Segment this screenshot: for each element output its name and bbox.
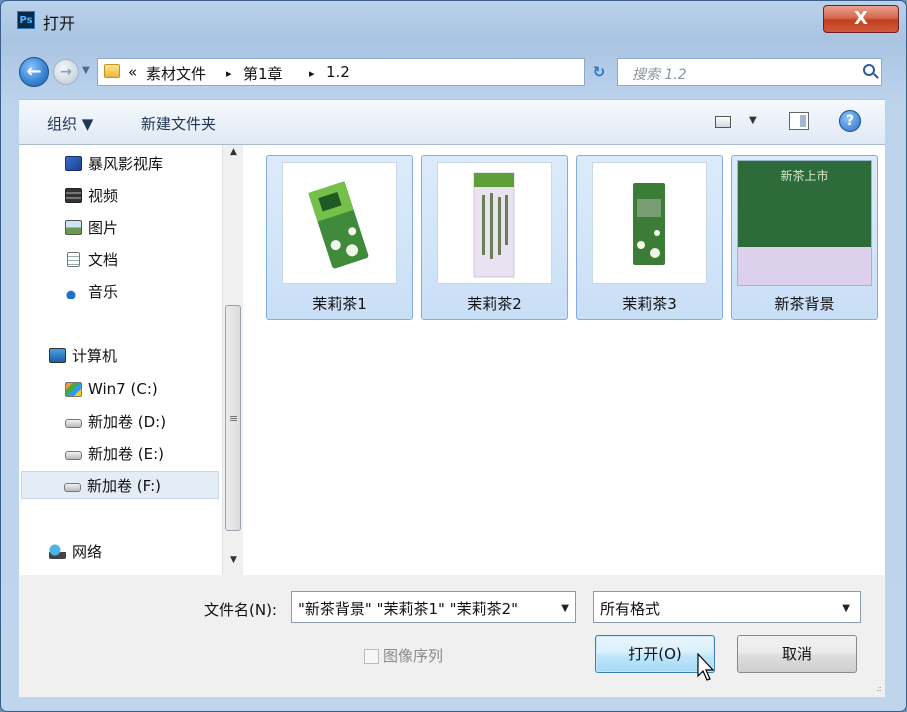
cancel-button[interactable]: 取消 [737, 635, 857, 673]
navigation-row: ← → ▼ « 素材文件 ▸ 第1章 ▸ 1.2 ▼ ↻ 搜索 1.2 [19, 53, 889, 91]
refresh-icon[interactable]: ↻ [587, 58, 611, 86]
drive-icon [65, 450, 82, 460]
file-item[interactable]: 茉莉茶2 [421, 155, 568, 320]
sidebar-item-label: 新加卷 (D:) [88, 412, 167, 431]
tea-can-image [308, 181, 369, 269]
sidebar-item-label: 视频 [88, 186, 119, 205]
file-thumbnail: 新茶上市 [737, 160, 872, 286]
breadcrumb-overflow[interactable]: « [128, 63, 137, 81]
image-sequence-label: 图像序列 [383, 647, 444, 665]
image-sequence-checkbox[interactable] [364, 649, 379, 664]
file-name: 茉莉茶3 [622, 295, 677, 313]
sidebar-item-network[interactable]: 网络 [49, 537, 102, 565]
title-bar[interactable]: Ps 打开 X [1, 1, 906, 43]
sidebar-item-label: 新加卷 (F:) [87, 476, 161, 495]
file-thumbnail [282, 162, 397, 284]
file-thumbnail [437, 162, 552, 284]
sidebar-item-pictures[interactable]: 图片 [65, 213, 118, 241]
sidebar-item-label: 计算机 [72, 346, 118, 365]
breadcrumb-segment-1[interactable]: 素材文件 [146, 63, 206, 84]
scroll-up-icon[interactable]: ▲ [223, 147, 244, 165]
sidebar-item-drive-c[interactable]: Win7 (C:) [65, 375, 158, 403]
filename-field[interactable]: "新茶背景" "茉莉茶1" "茉莉茶2" ▼ [291, 591, 576, 623]
command-toolbar: 组织 ▼ 新建文件夹 ▼ ? [19, 99, 885, 145]
music-icon [65, 283, 82, 299]
view-options-chevron-icon[interactable]: ▼ [749, 115, 757, 126]
network-icon [49, 543, 66, 559]
pictures-icon [65, 219, 82, 235]
back-button[interactable]: ← [19, 57, 49, 87]
drive-icon [65, 418, 82, 428]
file-item[interactable]: 茉莉茶3 [576, 155, 723, 320]
file-list: 茉莉茶1 茉莉茶2 茉莉茶3 新茶上市 新茶背景 [244, 145, 885, 575]
search-box[interactable]: 搜索 1.2 [617, 58, 882, 86]
sidebar-item-label: 文档 [88, 250, 119, 269]
new-folder-button[interactable]: 新建文件夹 [141, 113, 216, 134]
dialog-body: 暴风影视库 视频 图片 文档 音乐 计算机 Win7 (C:) 新加卷 (D:)… [19, 145, 885, 575]
file-type-value: 所有格式 [600, 600, 661, 618]
breadcrumb-segment-3[interactable]: 1.2 [326, 63, 350, 81]
sidebar-item-computer[interactable]: 计算机 [49, 341, 117, 369]
forward-button[interactable]: → [53, 59, 79, 85]
filename-dropdown-chevron-icon[interactable]: ▼ [561, 603, 569, 614]
media-library-icon [65, 155, 82, 171]
recent-pages-chevron-icon[interactable]: ▼ [82, 65, 90, 76]
sidebar-item-label: 音乐 [88, 282, 119, 301]
scroll-down-icon[interactable]: ▼ [223, 555, 244, 573]
address-bar[interactable]: « 素材文件 ▸ 第1章 ▸ 1.2 ▼ [97, 58, 642, 86]
sidebar-item-drive-d[interactable]: 新加卷 (D:) [65, 407, 166, 435]
sidebar-item-video[interactable]: 视频 [65, 181, 118, 209]
file-item[interactable]: 茉莉茶1 [266, 155, 413, 320]
file-name: 新茶背景 [774, 295, 835, 313]
file-type-chevron-icon[interactable]: ▼ [842, 603, 850, 614]
sidebar-item-drive-f[interactable]: 新加卷 (F:) [21, 471, 219, 499]
breadcrumb-separator-icon[interactable]: ▸ [309, 67, 315, 80]
search-input[interactable]: 搜索 1.2 [632, 64, 687, 84]
navigation-pane: 暴风影视库 视频 图片 文档 音乐 计算机 Win7 (C:) 新加卷 (D:)… [19, 145, 244, 575]
drive-icon [64, 482, 81, 492]
dialog-footer: 文件名(N): "新茶背景" "茉莉茶1" "茉莉茶2" ▼ 所有格式 ▼ 图像… [19, 575, 885, 697]
navigation-scrollbar[interactable]: ▲ ≡ ▼ [222, 145, 243, 575]
documents-icon [67, 251, 80, 267]
folder-icon [104, 64, 120, 78]
tea-box-image [473, 172, 515, 278]
sidebar-item-media-library[interactable]: 暴风影视库 [65, 149, 163, 177]
sidebar-item-label: 网络 [72, 542, 103, 561]
change-view-icon[interactable] [715, 116, 731, 128]
file-type-select[interactable]: 所有格式 ▼ [593, 591, 861, 623]
background-image-bottom [738, 247, 871, 285]
sidebar-item-drive-e[interactable]: 新加卷 (E:) [65, 439, 164, 467]
tea-can-image [633, 183, 665, 265]
close-button[interactable]: X [823, 5, 899, 33]
thumbnail-text: 新茶上市 [780, 169, 829, 183]
file-name: 茉莉茶1 [312, 295, 367, 313]
file-name: 茉莉茶2 [467, 295, 522, 313]
grip-icon: ≡ [229, 412, 239, 425]
filename-label: 文件名(N): [204, 601, 277, 619]
sidebar-item-label: 新加卷 (E:) [88, 444, 165, 463]
search-icon[interactable] [863, 64, 875, 76]
open-dialog: Ps 打开 X ← → ▼ « 素材文件 ▸ 第1章 ▸ 1.2 ▼ ↻ 搜索 … [0, 0, 907, 712]
sidebar-item-music[interactable]: 音乐 [65, 277, 118, 305]
help-icon[interactable]: ? [839, 110, 861, 132]
file-item[interactable]: 新茶上市 新茶背景 [731, 155, 878, 320]
breadcrumb-segment-2[interactable]: 第1章 [243, 63, 283, 84]
scrollbar-thumb[interactable]: ≡ [225, 305, 241, 531]
preview-pane-icon[interactable] [789, 112, 809, 130]
sidebar-item-label: 图片 [88, 218, 119, 237]
resize-grip-icon[interactable]: .:: [876, 684, 882, 693]
computer-icon [49, 347, 66, 363]
sidebar-item-label: Win7 (C:) [88, 380, 158, 398]
file-thumbnail [592, 162, 707, 284]
dialog-title: 打开 [43, 14, 76, 33]
mouse-pointer-icon [697, 653, 715, 681]
breadcrumb-separator-icon[interactable]: ▸ [226, 67, 232, 80]
filename-value[interactable]: "新茶背景" "茉莉茶1" "茉莉茶2" [298, 598, 518, 619]
sidebar-item-documents[interactable]: 文档 [65, 245, 118, 273]
sidebar-item-label: 暴风影视库 [88, 154, 164, 173]
system-drive-icon [65, 381, 82, 397]
organize-button[interactable]: 组织 ▼ [47, 113, 93, 134]
video-icon [65, 187, 82, 203]
photoshop-icon: Ps [17, 11, 35, 29]
